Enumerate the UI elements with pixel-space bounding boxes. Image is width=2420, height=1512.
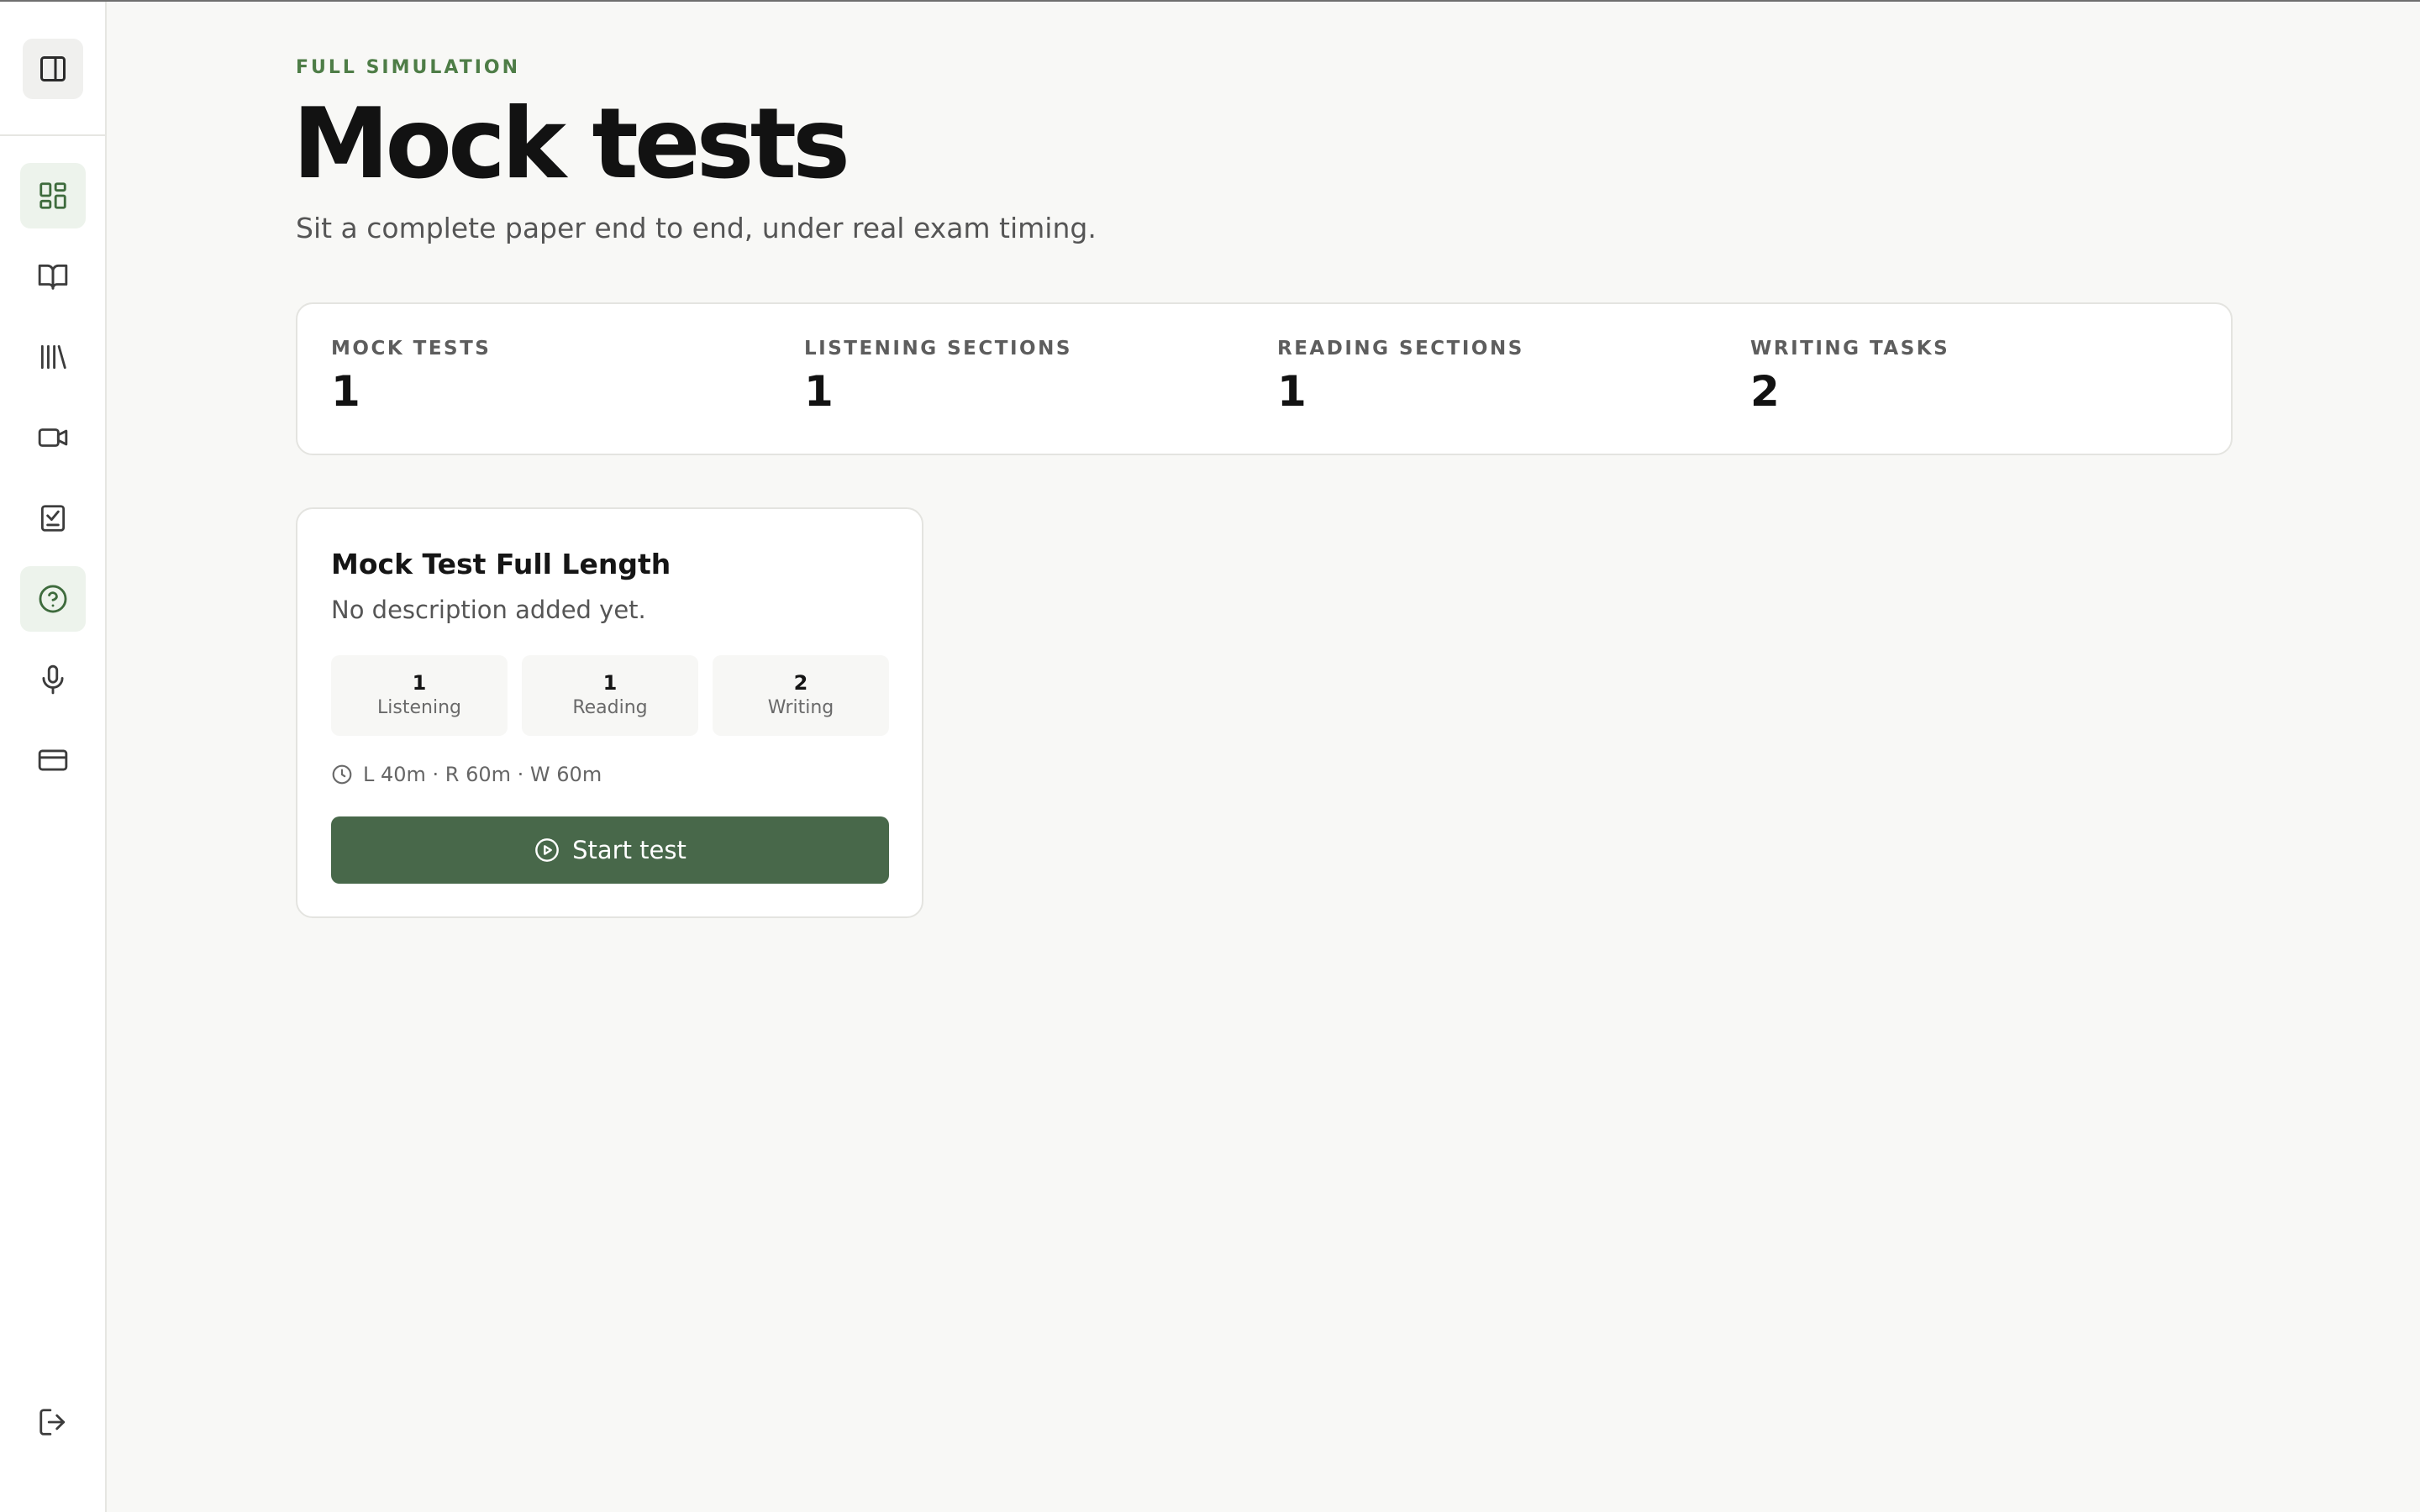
count-number: 1 — [412, 671, 427, 695]
credit-card-icon — [38, 749, 68, 771]
sidebar-item-dashboard[interactable] — [20, 163, 86, 228]
sidebar-item-video[interactable] — [20, 405, 86, 470]
page-eyebrow: FULL SIMULATION — [296, 57, 521, 78]
start-test-button[interactable]: Start test — [331, 816, 889, 884]
stats-panel: MOCK TESTS 1 LISTENING SECTIONS 1 READIN… — [296, 302, 2233, 455]
sidebar-toggle-icon — [39, 56, 66, 81]
stat-value: 1 — [1277, 367, 1307, 416]
stat-listening-sections: LISTENING SECTIONS 1 — [804, 338, 1072, 417]
sidebar-header — [0, 2, 105, 136]
video-camera-icon — [38, 428, 68, 447]
mock-test-title: Mock Test Full Length — [331, 548, 671, 580]
count-label: Listening — [377, 697, 461, 718]
logout-button[interactable] — [20, 1389, 86, 1455]
stat-label: WRITING TASKS — [1750, 338, 1950, 360]
sidebar-item-speaking[interactable] — [20, 647, 86, 712]
count-reading: 1 Reading — [522, 655, 698, 736]
open-book-icon — [38, 264, 68, 290]
count-writing: 2 Writing — [713, 655, 889, 736]
stat-label: MOCK TESTS — [331, 338, 492, 360]
stat-value: 1 — [331, 367, 360, 416]
app-root: FULL SIMULATION Mock tests Sit a complet… — [0, 0, 2420, 1512]
sidebar-toggle-button[interactable] — [22, 39, 83, 99]
library-icon — [40, 344, 66, 370]
microphone-icon — [42, 664, 64, 695]
play-circle-icon — [535, 838, 559, 862]
sidebar — [0, 2, 107, 1512]
sidebar-item-help[interactable] — [20, 566, 86, 632]
sidebar-item-book[interactable] — [20, 244, 86, 309]
stat-label: READING SECTIONS — [1277, 338, 1524, 360]
stat-reading-sections: READING SECTIONS 1 — [1277, 338, 1524, 417]
stat-mock-tests: MOCK TESTS 1 — [331, 338, 491, 417]
page-title: Mock tests — [292, 87, 850, 201]
mock-test-card: Mock Test Full Length No description add… — [296, 507, 923, 918]
sidebar-nav — [20, 163, 86, 793]
page-subtitle: Sit a complete paper end to end, under r… — [296, 212, 1097, 244]
help-circle-icon — [39, 585, 67, 613]
section-counts: 1 Listening 1 Reading 2 Writing — [331, 655, 889, 736]
count-label: Reading — [572, 697, 648, 718]
count-label: Writing — [767, 697, 834, 718]
timing-row: L 40m · R 60m · W 60m — [331, 763, 602, 786]
stat-writing-tasks: WRITING TASKS 2 — [1750, 338, 1949, 417]
logout-icon — [39, 1409, 66, 1436]
timing-text: L 40m · R 60m · W 60m — [363, 763, 602, 786]
mock-test-description: No description added yet. — [331, 596, 646, 624]
dashboard-icon — [39, 182, 66, 209]
count-listening: 1 Listening — [331, 655, 508, 736]
sidebar-item-billing[interactable] — [20, 727, 86, 793]
stat-value: 2 — [1750, 367, 1780, 416]
stat-value: 1 — [804, 367, 834, 416]
start-test-label: Start test — [572, 836, 687, 864]
count-number: 1 — [602, 671, 618, 695]
clipboard-check-icon — [40, 505, 66, 532]
count-number: 2 — [793, 671, 808, 695]
sidebar-item-tasks[interactable] — [20, 486, 86, 551]
clock-icon — [332, 764, 352, 785]
sidebar-item-library[interactable] — [20, 324, 86, 390]
stat-label: LISTENING SECTIONS — [804, 338, 1072, 360]
